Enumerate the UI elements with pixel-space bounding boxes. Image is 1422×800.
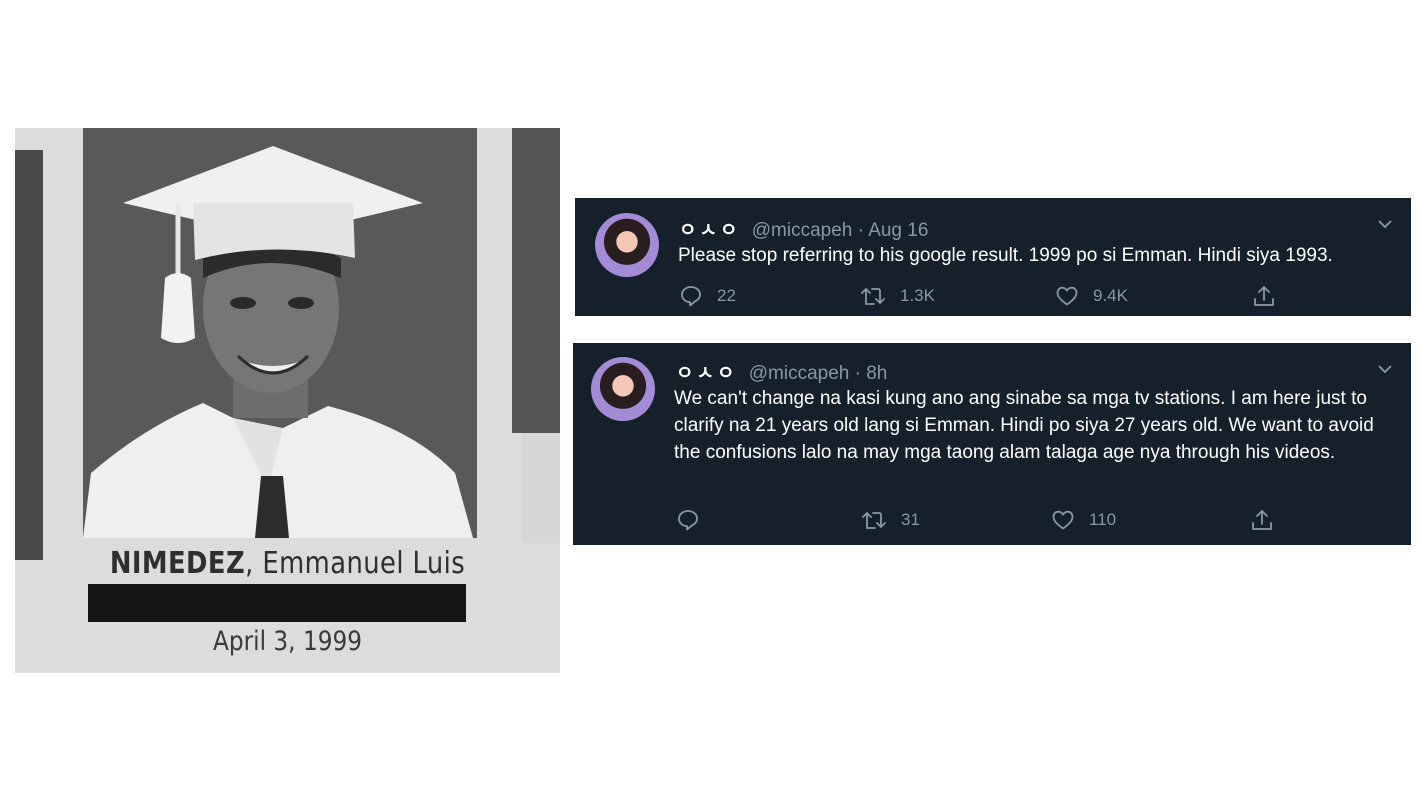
chevron-down-icon[interactable] [1377,216,1393,232]
header-separator: · [857,220,864,241]
reply-button[interactable]: 22 [679,284,736,308]
redaction-bar [88,584,466,622]
share-icon [1252,510,1272,530]
retweet-button[interactable]: 31 [861,508,920,532]
like-count: 110 [1089,510,1117,529]
heart-icon [1052,510,1074,530]
reply-icon [681,286,701,307]
share-icon [1254,286,1274,306]
like-button[interactable]: 110 [1051,508,1116,532]
avatar[interactable] [591,357,655,421]
student-given-names: , Emmanuel Luis [245,546,466,581]
yearbook-photo: NIMEDEZ, Emmanuel Luis April 3, 1999 [15,128,560,673]
tweet-card[interactable]: ㅇㅅㅇ @miccapeh · 8h We can't change na ka… [573,343,1411,545]
adjacent-photo-edge-right [512,128,560,433]
display-name[interactable]: ㅇㅅㅇ [679,220,740,241]
student-name: NIMEDEZ, Emmanuel Luis [53,546,522,581]
header-separator: · [854,363,861,384]
share-button[interactable] [1252,284,1290,308]
display-name[interactable]: ㅇㅅㅇ [676,363,737,384]
tweet-text: Please stop referring to his google resu… [678,245,1333,266]
retweet-button[interactable]: 1.3K [860,284,935,308]
reply-button[interactable] [676,508,714,532]
tweet-header: ㅇㅅㅇ @miccapeh · 8h [676,358,887,385]
like-count: 9.4K [1093,286,1128,305]
reply-count: 22 [717,286,736,305]
retweet-icon [862,512,886,529]
user-handle[interactable]: @miccapeh [752,220,853,241]
user-handle[interactable]: @miccapeh [749,363,850,384]
tweet-timestamp[interactable]: Aug 16 [868,220,928,241]
retweet-icon [861,288,885,305]
share-button[interactable] [1250,508,1288,532]
tweet-card[interactable]: ㅇㅅㅇ @miccapeh · Aug 16 Please stop refer… [575,198,1411,316]
retweet-count: 31 [901,510,920,529]
student-birthdate: April 3, 1999 [212,626,363,657]
chevron-down-icon[interactable] [1377,361,1393,377]
tweet-text: We can't change na kasi kung ano ang sin… [674,388,1374,463]
adjacent-photo-edge-left [15,150,43,560]
reply-icon [678,510,698,531]
tweet-actions: 22 1.3K 9.4K [575,284,1411,310]
avatar[interactable] [595,213,659,277]
tweet-timestamp[interactable]: 8h [866,363,887,384]
student-surname: NIMEDEZ [109,546,246,581]
adjacent-photo-edge-right-lower [522,433,560,543]
heart-icon [1056,286,1078,306]
tweet-header: ㅇㅅㅇ @miccapeh · Aug 16 [679,215,928,242]
like-button[interactable]: 9.4K [1055,284,1128,308]
retweet-count: 1.3K [900,286,935,305]
graduation-portrait [83,128,477,538]
tweet-actions: 31 110 [573,508,1411,534]
